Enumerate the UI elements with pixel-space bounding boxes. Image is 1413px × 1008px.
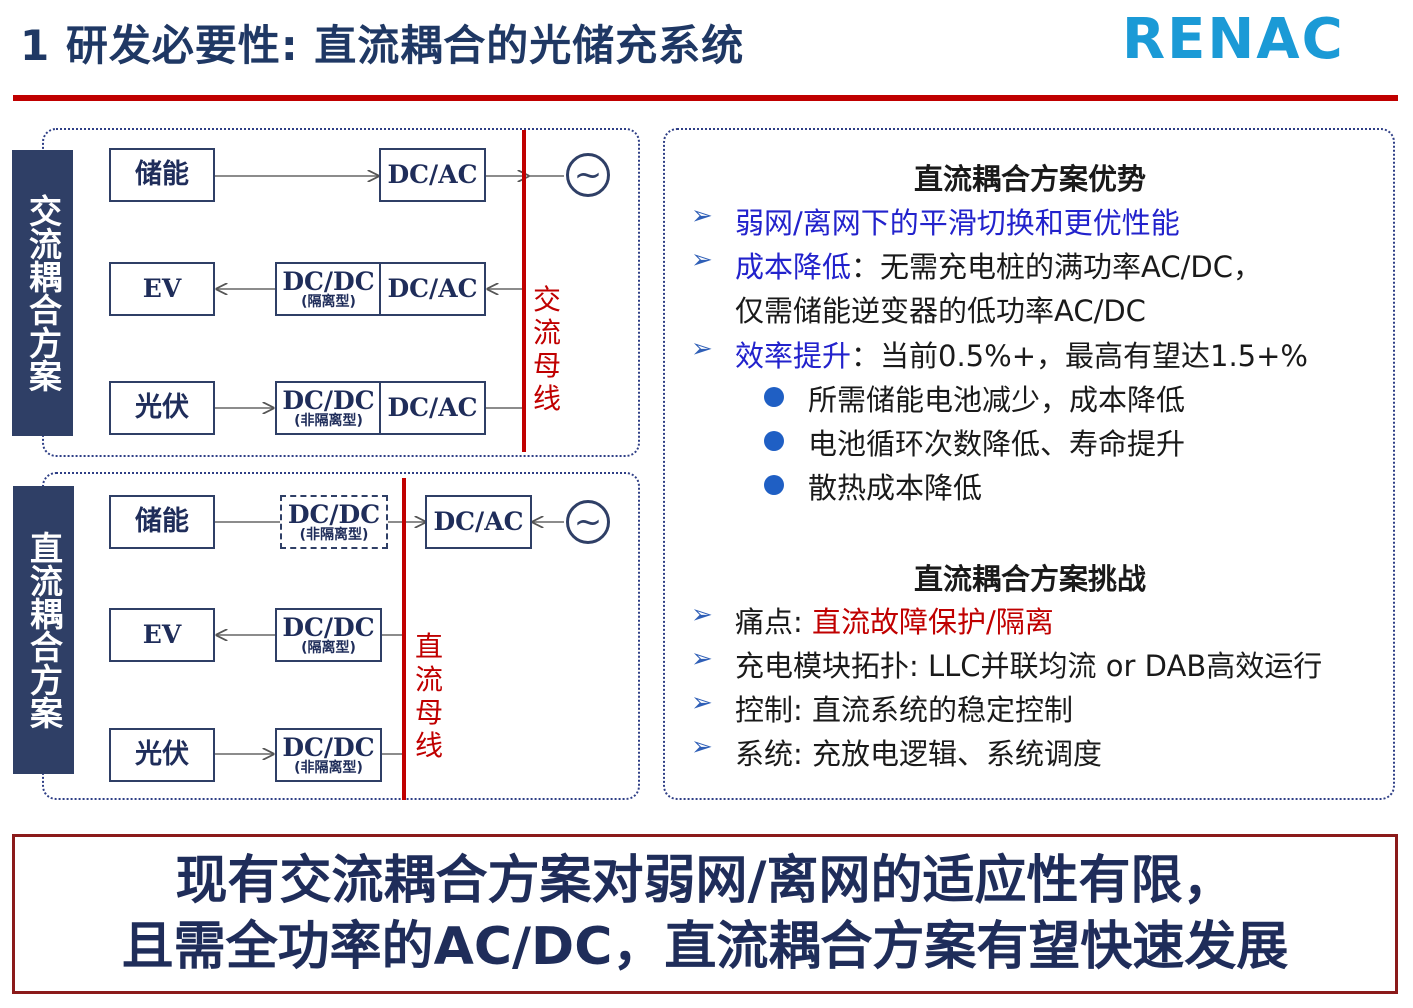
ac-ev-block: EV: [109, 262, 215, 316]
advantage-subitem-1: 所需储能电池减少，成本降低: [764, 377, 1185, 419]
dc-dcdc-ev-block: DC/DC (隔离型): [275, 608, 382, 662]
advantage-subitem-2: 电池循环次数降低、寿命提升: [764, 421, 1185, 463]
arrow-bullet-icon: ➢: [691, 201, 713, 231]
advantage-item-1: ➢ 弱网/离网下的平滑切换和更优性能: [691, 201, 1180, 240]
conclusion-line-2: 且需全功率的AC/DC，直流耦合方案有望快速发展: [121, 917, 1289, 977]
ac-dcac-block-3: DC/AC: [379, 381, 486, 435]
dot-bullet-icon: [764, 431, 784, 451]
advantage-subitem-3: 散热成本降低: [764, 465, 982, 507]
conclusion-line-1: 现有交流耦合方案对弱网/离网的适应性有限，: [175, 851, 1235, 911]
dc-pv-block: 光伏: [109, 728, 215, 782]
advantage-item-2: ➢ 成本降低：无需充电桩的满功率AC/DC，: [691, 245, 1262, 284]
dc-scheme-label: 直流耦合方案: [13, 486, 74, 774]
advantage-item-2-cont: 仅需储能逆变器的低功率AC/DC: [735, 294, 1146, 328]
dc-dcac-block: DC/AC: [425, 495, 532, 549]
dc-dcdc-storage-block: DC/DC (非隔离型): [280, 495, 388, 549]
ac-dcdc-nonisolated-block: DC/DC (非隔离型): [275, 381, 382, 435]
dc-grid-icon: ~: [566, 500, 610, 544]
dc-dcdc-pv-block: DC/DC (非隔离型): [275, 728, 382, 782]
ac-dcac-block-1: DC/AC: [379, 148, 486, 202]
challenge-item-1: ➢ 痛点: 直流故障保护/隔离: [691, 600, 1054, 639]
ac-grid-icon: ~: [566, 153, 610, 197]
challenge-item-4: ➢ 系统: 充放电逻辑、系统调度: [691, 732, 1102, 771]
advantages-title: 直流耦合方案优势: [913, 162, 1146, 196]
dc-storage-block: 储能: [109, 495, 215, 549]
dot-bullet-icon: [764, 475, 784, 495]
ac-scheme-label: 交流耦合方案: [12, 150, 73, 436]
challenges-title: 直流耦合方案挑战: [913, 562, 1146, 596]
dc-bus-line: [402, 478, 406, 800]
arrow-bullet-icon: ➢: [691, 334, 713, 364]
ac-dcac-block-2: DC/AC: [379, 262, 486, 316]
ac-bus-line: [522, 130, 526, 452]
dc-ev-block: EV: [109, 608, 215, 662]
challenge-item-2: ➢ 充电模块拓扑: LLC并联均流 or DAB高效运行: [691, 644, 1323, 683]
dc-bus-label: 直流母线: [414, 630, 443, 762]
advantage-item-3: ➢ 效率提升：当前0.5%+，最高有望达1.5+%: [691, 334, 1308, 373]
arrow-bullet-icon: ➢: [691, 644, 713, 674]
challenge-item-3: ➢ 控制: 直流系统的稳定控制: [691, 688, 1073, 727]
ac-pv-block: 光伏: [109, 381, 215, 435]
ac-bus-label: 交流母线: [532, 283, 561, 415]
arrow-bullet-icon: ➢: [691, 688, 713, 718]
ac-storage-block: 储能: [109, 148, 215, 202]
arrow-bullet-icon: ➢: [691, 600, 713, 630]
conclusion-box: 现有交流耦合方案对弱网/离网的适应性有限， 且需全功率的AC/DC，直流耦合方案…: [12, 834, 1398, 994]
dot-bullet-icon: [764, 387, 784, 407]
arrow-bullet-icon: ➢: [691, 732, 713, 762]
arrow-bullet-icon: ➢: [691, 245, 713, 275]
ac-dcdc-isolated-block: DC/DC (隔离型): [275, 262, 382, 316]
